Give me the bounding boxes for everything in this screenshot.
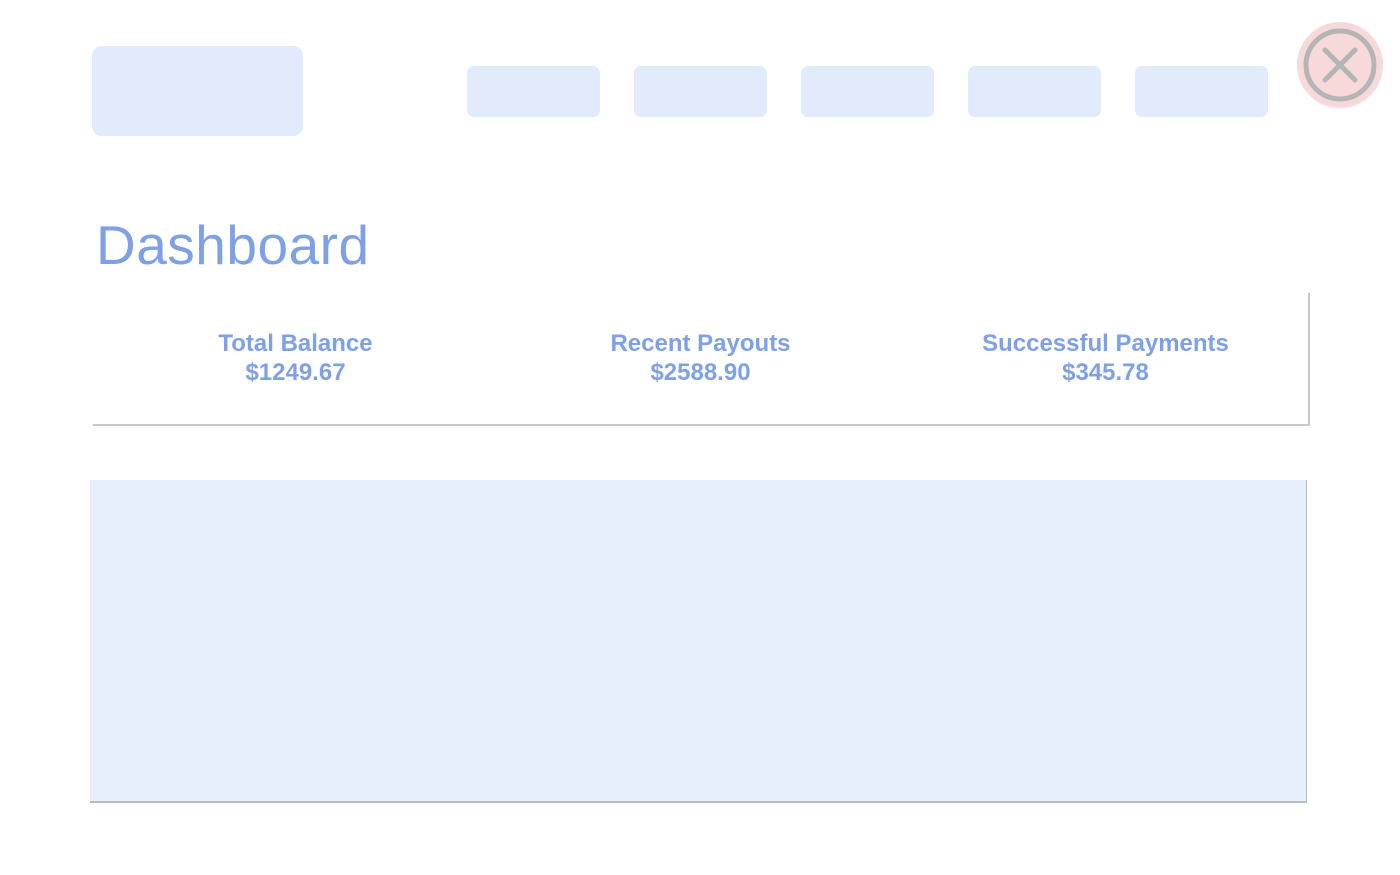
stats-panel: Total Balance $1249.67 Recent Payouts $2… bbox=[93, 293, 1310, 426]
stat-label: Successful Payments bbox=[982, 330, 1229, 357]
stat-successful-payments: Successful Payments $345.78 bbox=[903, 329, 1308, 387]
nav-item-1[interactable] bbox=[467, 66, 600, 117]
page-title: Dashboard bbox=[96, 214, 370, 276]
stat-label: Total Balance bbox=[218, 330, 373, 357]
nav-item-5[interactable] bbox=[1135, 66, 1268, 117]
stat-value: $345.78 bbox=[1062, 359, 1149, 386]
stat-value: $1249.67 bbox=[245, 359, 346, 386]
close-icon bbox=[1303, 28, 1377, 102]
stat-value: $2588.90 bbox=[650, 359, 751, 386]
stat-recent-payouts: Recent Payouts $2588.90 bbox=[498, 329, 903, 387]
stat-label: Recent Payouts bbox=[610, 330, 791, 357]
nav-item-2[interactable] bbox=[634, 66, 767, 117]
nav-item-3[interactable] bbox=[801, 66, 934, 117]
stat-total-balance: Total Balance $1249.67 bbox=[93, 329, 498, 387]
content-panel bbox=[90, 480, 1307, 803]
close-button[interactable] bbox=[1297, 22, 1383, 108]
logo-placeholder bbox=[92, 46, 303, 136]
nav-item-4[interactable] bbox=[968, 66, 1101, 117]
